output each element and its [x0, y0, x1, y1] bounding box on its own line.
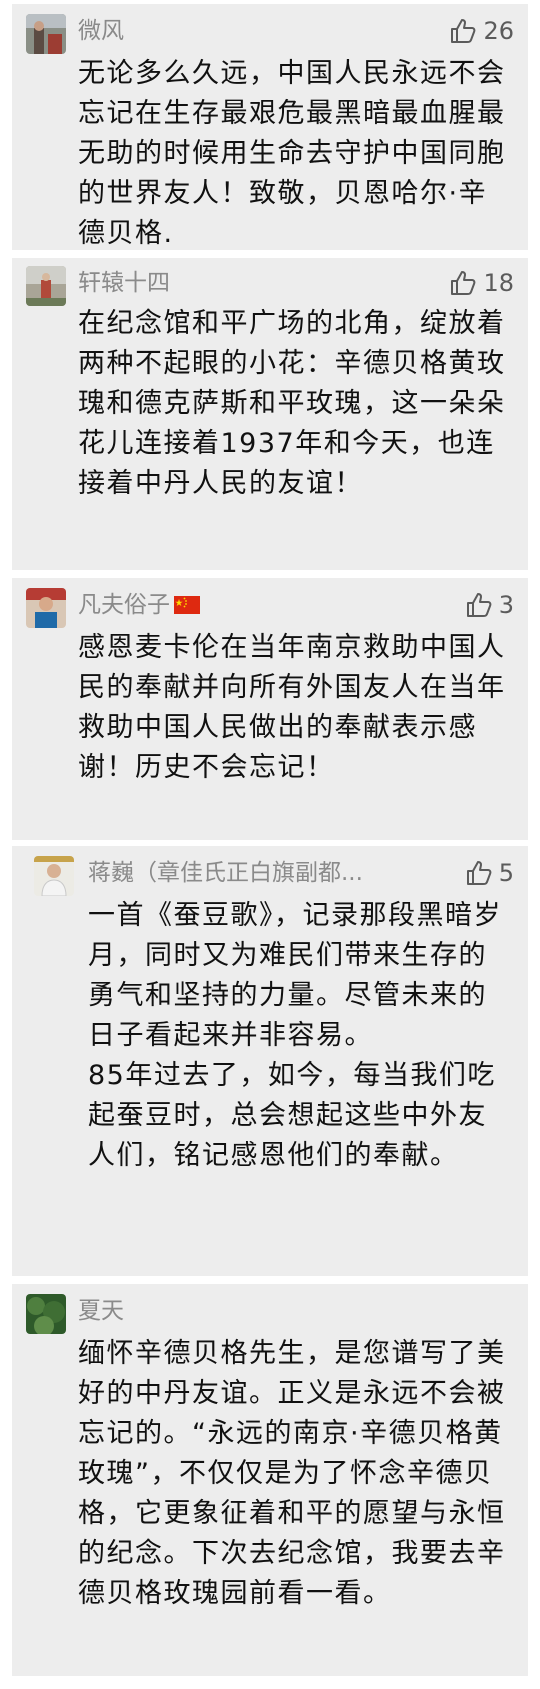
commenter-name[interactable]: 轩辕十四: [78, 268, 170, 298]
like-button[interactable]: 18: [449, 268, 514, 298]
avatar[interactable]: [26, 266, 66, 306]
avatar[interactable]: [26, 1294, 66, 1334]
commenter-name-text: 凡夫俗子: [78, 592, 170, 618]
avatar[interactable]: [26, 14, 66, 54]
like-count: 5: [498, 859, 514, 887]
comment-text: 缅怀辛德贝格先生，是您谱写了美好的中丹友谊。正义是永远不会被忘记的。“永远的南京…: [78, 1338, 506, 1609]
comment-card: 夏天 缅怀辛德贝格先生，是您谱写了美好的中丹友谊。正义是永远不会被忘记的。“永远…: [12, 1284, 528, 1676]
like-count: 26: [483, 17, 514, 45]
thumbs-up-icon: [465, 591, 493, 619]
thumbs-up-icon: [449, 17, 477, 45]
comment-text: 感恩麦卡伦在当年南京救助中国人民的奉献并向所有外国友人在当年救助中国人民做出的奉…: [78, 632, 506, 783]
comment-card: 轩辕十四 18 在纪念馆和平广场的北角，绽放着两种不起眼的小花：辛德贝格黄玫瑰和…: [12, 258, 528, 570]
like-count: 3: [498, 591, 514, 619]
like-button[interactable]: 3: [465, 590, 514, 620]
comment-card: 凡夫俗子 3 感恩麦卡伦在当年南京救助中国人民的奉献并向所有外国友人在当年救助中…: [12, 578, 528, 840]
china-flag-icon: [174, 596, 200, 614]
comment-paragraph: 85年过去了，如今，每当我们吃起蚕豆时，总会想起这些中外友人们，铭记感恩他们的奉…: [88, 1060, 496, 1171]
thumbs-up-icon: [449, 269, 477, 297]
like-button[interactable]: 5: [465, 858, 514, 888]
comment-card: 微风 26 无论多么久远，中国人民永远不会忘记在生存最艰危最黑暗最血腥最无助的时…: [12, 4, 528, 250]
avatar[interactable]: [26, 588, 66, 628]
avatar[interactable]: [34, 856, 74, 896]
thumbs-up-icon: [465, 859, 493, 887]
commenter-name[interactable]: 微风: [78, 16, 124, 46]
commenter-name[interactable]: 夏天: [78, 1296, 124, 1326]
commenter-name[interactable]: 蒋巍（章佳氏正白旗副都...: [88, 858, 363, 888]
comment-text: 无论多么久远，中国人民永远不会忘记在生存最艰危最黑暗最血腥最无助的时候用生命去守…: [78, 58, 506, 249]
comment-paragraph: 一首《蚕豆歌》，记录那段黑暗岁月，同时又为难民们带来生存的勇气和坚持的力量。尽管…: [88, 900, 502, 1051]
comment-card: 蒋巍（章佳氏正白旗副都... 5 一首《蚕豆歌》，记录那段黑暗岁月，同时又为难民…: [12, 846, 528, 1276]
comments-page: 微风 26 无论多么久远，中国人民永远不会忘记在生存最艰危最黑暗最血腥最无助的时…: [0, 0, 540, 1689]
commenter-name[interactable]: 凡夫俗子: [78, 590, 200, 620]
comment-text: 在纪念馆和平广场的北角，绽放着两种不起眼的小花：辛德贝格黄玫瑰和德克萨斯和平玫瑰…: [78, 308, 506, 499]
like-button[interactable]: 26: [449, 16, 514, 46]
comment-text: 一首《蚕豆歌》，记录那段黑暗岁月，同时又为难民们带来生存的勇气和坚持的力量。尽管…: [88, 896, 508, 1176]
like-count: 18: [483, 269, 514, 297]
